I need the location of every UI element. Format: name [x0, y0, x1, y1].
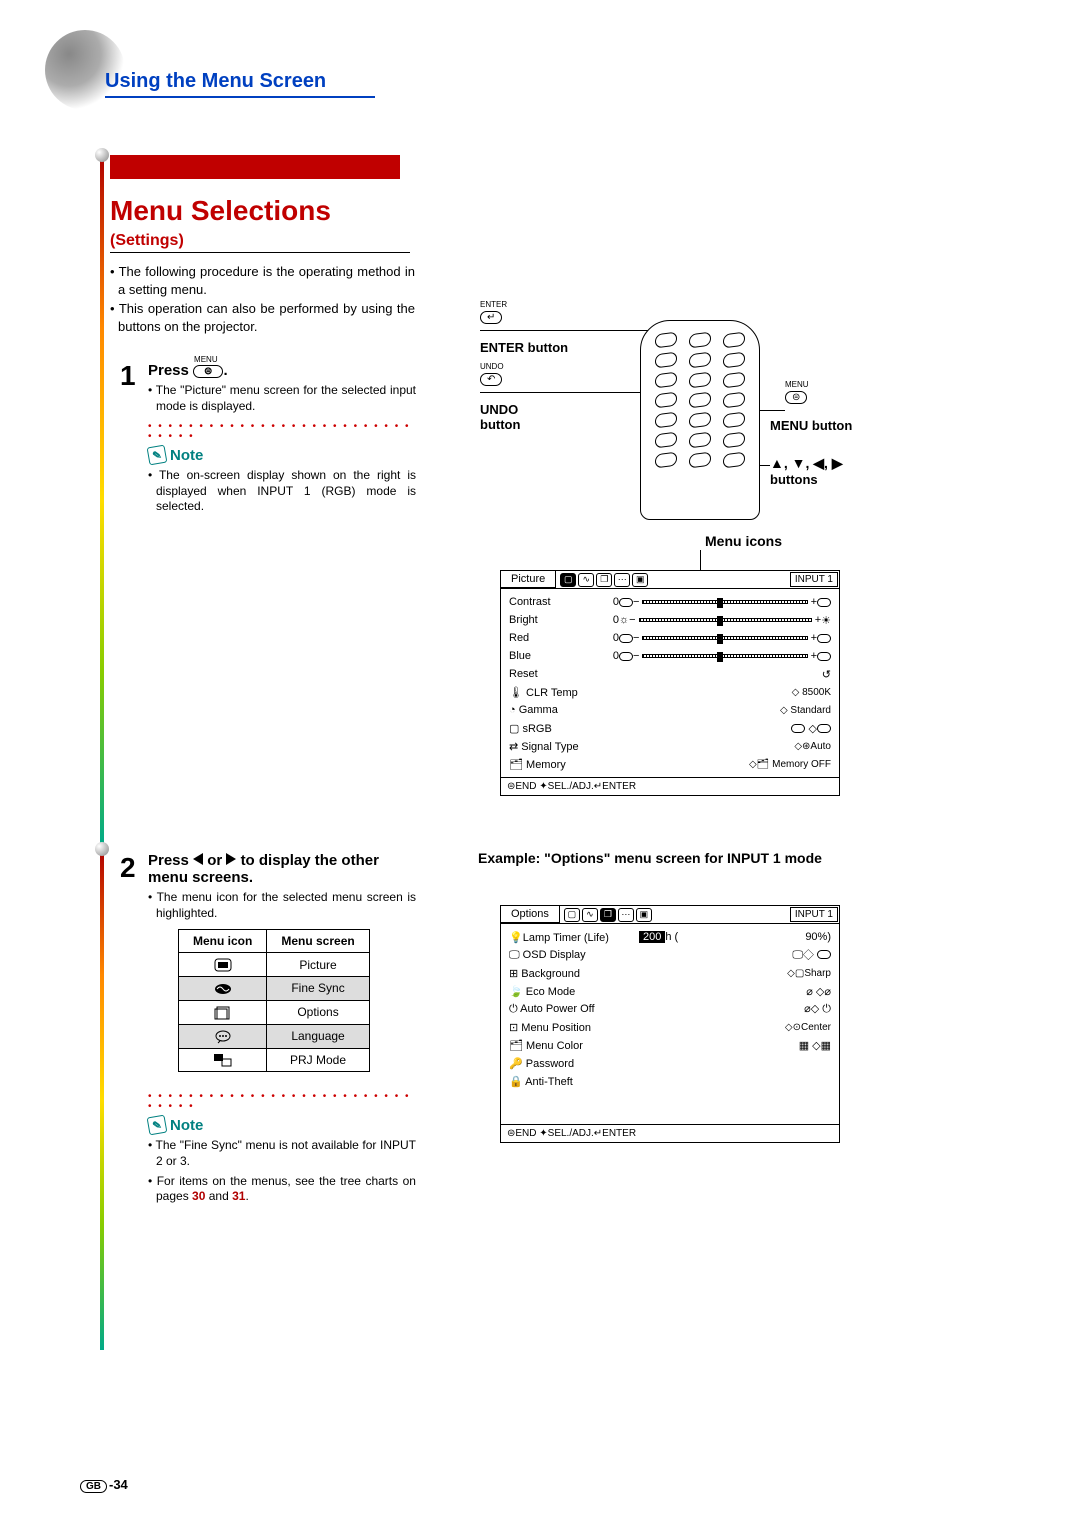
osd-tab-icons: ▢ ∿ ❐ ⋯ ▣ — [556, 571, 789, 588]
press-instruction: Press MENU ⊜ . — [148, 362, 416, 379]
osd-tab: Picture — [501, 571, 556, 588]
osd-footer: ⊜END ✦SEL./ADJ.↵ENTER — [501, 777, 839, 795]
note-heading: ✎ Note — [148, 1116, 416, 1134]
menu-icon-table: Menu iconMenu screen Picture Fine Sync O… — [178, 929, 370, 1072]
menu-key-icon: ⊜ — [785, 391, 807, 404]
remote-outline — [640, 320, 760, 520]
page-ref: 31 — [232, 1189, 245, 1203]
language-tab-icon: ⋯ — [614, 573, 630, 587]
step1: Press MENU ⊜ . The "Picture" menu screen… — [148, 362, 416, 515]
section-header: Using the Menu Screen — [105, 70, 375, 98]
enter-label: ENTER button — [480, 340, 568, 355]
page-number: GB-34 — [80, 1477, 128, 1493]
finesync-tab-icon: ∿ — [578, 573, 594, 587]
header-curve: Using the Menu Screen — [45, 30, 445, 120]
note-icon: ✎ — [147, 445, 168, 466]
undo-label: UNDObutton — [480, 402, 520, 432]
menu-button-callout: MENU ⊜ — [785, 380, 809, 406]
intro-bullet: This operation can also be performed by … — [110, 300, 415, 335]
options-tab-icon: ❐ — [600, 908, 616, 922]
note-bullet: For items on the menus, see the tree cha… — [148, 1174, 416, 1205]
osd-tab: Options — [501, 906, 560, 923]
finesync-tab-icon: ∿ — [582, 908, 598, 922]
options-icon — [179, 1000, 267, 1024]
language-icon — [179, 1024, 267, 1048]
side-gradient — [100, 850, 104, 1350]
subtitle: (Settings) — [110, 232, 410, 253]
osd-options: Options ▢ ∿ ❐ ⋯ ▣ INPUT 1 💡Lamp Timer (L… — [500, 905, 840, 1143]
note-heading: ✎ Note — [148, 446, 416, 464]
prj-tab-icon: ▣ — [636, 908, 652, 922]
input-indicator: INPUT 1 — [790, 907, 838, 922]
example-label: Example: "Options" menu screen for INPUT… — [475, 850, 825, 866]
osd-footer: ⊜END ✦SEL./ADJ.↵ENTER — [501, 1124, 839, 1142]
arrows-label: ▲, ▼, ◀, ▶buttons — [770, 455, 843, 487]
dotted-divider: • • • • • • • • • • • • • • • • • • • • … — [148, 1092, 416, 1112]
undo-key-icon: ↶ — [480, 373, 502, 386]
osd-tab-icons: ▢ ∿ ❐ ⋯ ▣ — [560, 906, 789, 923]
osd-picture: Picture ▢ ∿ ❐ ⋯ ▣ INPUT 1 Contrast0−+ Br… — [500, 570, 840, 796]
intro-bullet: The following procedure is the operating… — [110, 263, 415, 298]
picture-tab-icon: ▢ — [564, 908, 580, 922]
picture-tab-icon: ▢ — [560, 573, 576, 587]
step1-bullet: The "Picture" menu screen for the select… — [148, 383, 416, 414]
picture-icon — [179, 953, 267, 977]
menu-icons-label: Menu icons — [705, 533, 782, 549]
menu-button-icon: MENU ⊜ — [193, 365, 223, 378]
sphere-bullet — [95, 148, 109, 162]
page-ref: 30 — [192, 1189, 205, 1203]
sphere-bullet — [95, 842, 109, 856]
note-icon: ✎ — [147, 1115, 168, 1136]
dotted-divider: • • • • • • • • • • • • • • • • • • • • … — [148, 422, 416, 442]
language-tab-icon: ⋯ — [618, 908, 634, 922]
note-bullet: The on-screen display shown on the right… — [148, 468, 416, 515]
intro-list: The following procedure is the operating… — [110, 263, 415, 337]
step2: Press or to display the other menu scree… — [148, 852, 416, 1205]
step-number-2: 2 — [120, 852, 136, 884]
red-bar — [110, 155, 400, 179]
prjmode-icon — [179, 1048, 267, 1072]
enter-key-icon: ↵ — [480, 311, 502, 324]
enter-button-callout: ENTER ↵ — [480, 300, 507, 326]
note-bullet: The "Fine Sync" menu is not available fo… — [148, 1138, 416, 1169]
step2-bullet: The menu icon for the selected menu scre… — [148, 890, 416, 921]
input-indicator: INPUT 1 — [790, 572, 838, 587]
left-arrow-icon — [193, 853, 203, 865]
menu-label: MENU button — [770, 418, 852, 433]
options-tab-icon: ❐ — [596, 573, 612, 587]
prj-tab-icon: ▣ — [632, 573, 648, 587]
step-number-1: 1 — [120, 360, 136, 392]
main-title: Menu Selections — [110, 195, 331, 227]
remote-diagram-area: ENTER ↵ ENTER button UNDO ↶ UNDObutton M… — [470, 300, 900, 540]
right-arrow-icon — [226, 853, 236, 865]
press-instruction: Press or to display the other menu scree… — [148, 852, 416, 886]
finesync-icon — [179, 977, 267, 1001]
side-gradient — [100, 155, 104, 845]
undo-button-callout: UNDO ↶ — [480, 362, 504, 388]
